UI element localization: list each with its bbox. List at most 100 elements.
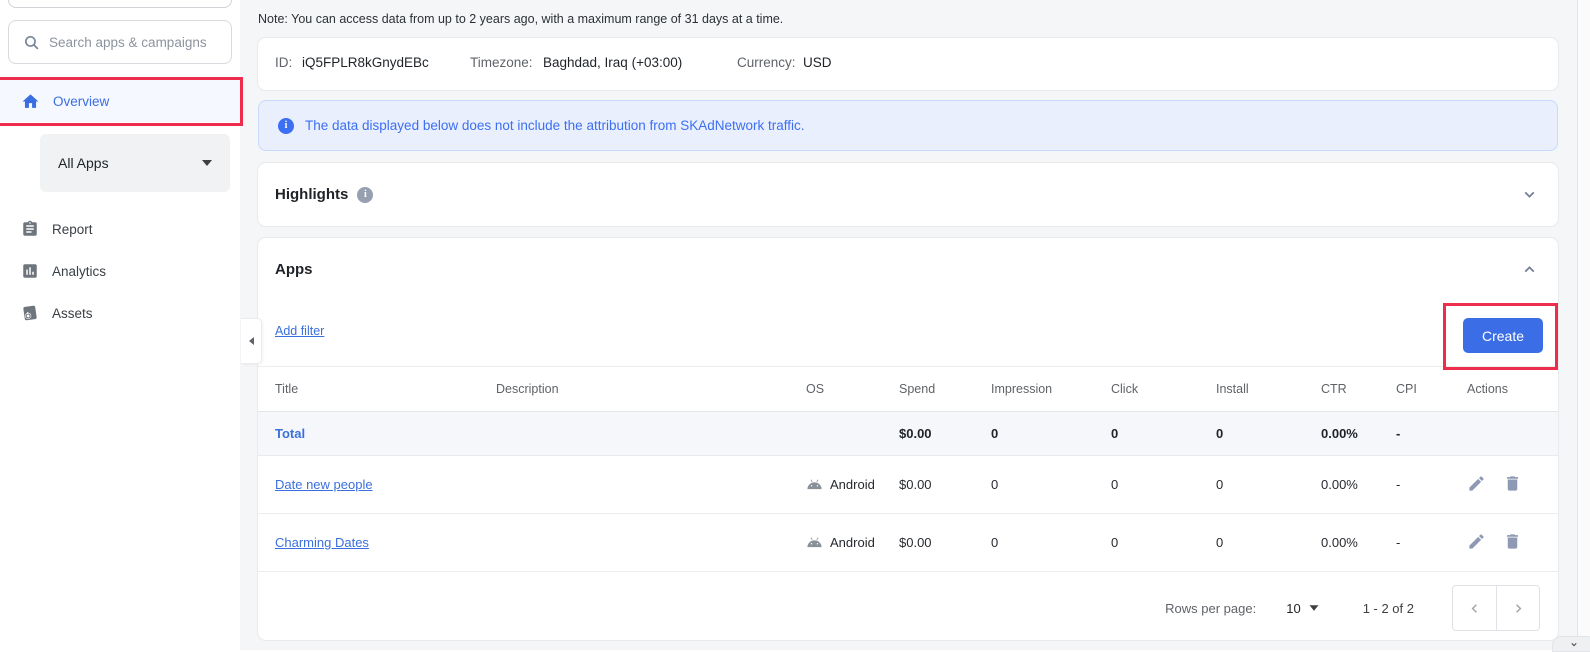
currency-label: Currency: bbox=[737, 55, 796, 70]
cell-impression: 0 bbox=[985, 535, 1105, 550]
cell-os: Android bbox=[800, 477, 893, 492]
table-row: Charming Dates Android $0.00 0 0 0 0.00%… bbox=[258, 514, 1558, 572]
banner-text: The data displayed below does not includ… bbox=[305, 118, 805, 133]
col-header-description: Description bbox=[490, 382, 800, 396]
home-icon bbox=[21, 92, 40, 111]
cell-install: 0 bbox=[1210, 477, 1315, 492]
collapse-left-icon bbox=[249, 337, 254, 345]
caret-down-icon[interactable] bbox=[1309, 605, 1318, 610]
sidebar-item-overview[interactable]: Overview bbox=[0, 80, 240, 122]
os-label: Android bbox=[830, 477, 875, 492]
table-header-row: Title Description OS Spend Impression Cl… bbox=[258, 366, 1558, 412]
cell-click: 0 bbox=[1105, 477, 1210, 492]
chevron-down-icon bbox=[1568, 640, 1580, 649]
col-header-title: Title bbox=[258, 382, 490, 396]
data-access-note: Note: You can access data from up to 2 y… bbox=[258, 12, 1458, 26]
next-page-button[interactable] bbox=[1496, 585, 1540, 631]
apps-section-header: Apps bbox=[258, 238, 1558, 300]
caret-down-icon bbox=[202, 160, 212, 166]
edit-pencil-icon[interactable] bbox=[1467, 532, 1486, 554]
col-header-spend: Spend bbox=[893, 382, 985, 396]
attachment-icon bbox=[21, 304, 39, 322]
table-row-total: Total $0.00 0 0 0 0.00% - bbox=[258, 412, 1558, 456]
col-header-install: Install bbox=[1210, 382, 1315, 396]
sidebar-item-label: Overview bbox=[53, 94, 109, 109]
col-header-cpi: CPI bbox=[1390, 382, 1455, 396]
cell-ctr: 0.00% bbox=[1315, 477, 1390, 492]
cell-actions bbox=[1455, 474, 1558, 496]
bar-chart-icon bbox=[21, 262, 39, 280]
sidebar-item-label: Analytics bbox=[52, 264, 106, 279]
info-icon: i bbox=[278, 118, 294, 134]
chevron-down-icon[interactable] bbox=[1521, 186, 1538, 203]
cell-spend: $0.00 bbox=[893, 477, 985, 492]
sidebar-item-assets[interactable]: Assets bbox=[0, 292, 240, 334]
sidebar: Search apps & campaigns Overview All App… bbox=[0, 0, 240, 650]
android-icon bbox=[806, 478, 823, 491]
rows-per-page-label: Rows per page: bbox=[1165, 601, 1256, 616]
info-icon: i bbox=[357, 187, 373, 203]
apps-table: Title Description OS Spend Impression Cl… bbox=[258, 366, 1558, 572]
delete-trash-icon[interactable] bbox=[1503, 474, 1522, 496]
cell-cpi: - bbox=[1390, 477, 1455, 492]
col-header-actions: Actions bbox=[1455, 382, 1558, 396]
cell-actions bbox=[1455, 532, 1558, 554]
delete-trash-icon[interactable] bbox=[1503, 532, 1522, 554]
id-value: iQ5FPLR8kGnydEBc bbox=[302, 55, 429, 70]
cell-click: 0 bbox=[1105, 535, 1210, 550]
cell-spend: $0.00 bbox=[893, 535, 985, 550]
app-canvas: Search apps & campaigns Overview All App… bbox=[0, 0, 1590, 650]
apps-section: Apps Add filter Create Title Description… bbox=[258, 238, 1558, 640]
col-header-impression: Impression bbox=[985, 382, 1105, 396]
cell-impression: 0 bbox=[985, 477, 1105, 492]
rows-per-page-value[interactable]: 10 bbox=[1286, 601, 1300, 616]
id-label: ID: bbox=[275, 55, 292, 70]
app-filter-value: All Apps bbox=[58, 155, 202, 171]
search-icon bbox=[23, 34, 40, 51]
account-info-bar: ID: iQ5FPLR8kGnydEBc Timezone: Baghdad, … bbox=[258, 38, 1558, 90]
app-title-link[interactable]: Charming Dates bbox=[275, 535, 369, 550]
chevron-up-icon[interactable] bbox=[1521, 261, 1538, 278]
os-label: Android bbox=[830, 535, 875, 550]
cell-click: 0 bbox=[1105, 426, 1210, 441]
cell-ctr: 0.00% bbox=[1315, 426, 1390, 441]
android-icon bbox=[806, 536, 823, 549]
skadnetwork-info-banner: i The data displayed below does not incl… bbox=[258, 100, 1558, 151]
apps-title: Apps bbox=[275, 261, 313, 278]
cell-cpi: - bbox=[1390, 426, 1455, 441]
col-header-ctr: CTR bbox=[1315, 382, 1390, 396]
app-filter-dropdown[interactable]: All Apps bbox=[40, 134, 230, 192]
cell-spend: $0.00 bbox=[893, 426, 985, 441]
table-pagination: Rows per page: 10 1 - 2 of 2 bbox=[258, 576, 1558, 640]
timezone-value: Baghdad, Iraq (+03:00) bbox=[543, 55, 682, 70]
table-row: Date new people Android $0.00 0 0 0 0.00… bbox=[258, 456, 1558, 514]
sidebar-item-label: Assets bbox=[52, 306, 93, 321]
search-placeholder: Search apps & campaigns bbox=[49, 35, 207, 50]
col-header-click: Click bbox=[1105, 382, 1210, 396]
cell-install: 0 bbox=[1210, 426, 1315, 441]
currency-value: USD bbox=[803, 55, 832, 70]
scrollbar-track[interactable] bbox=[1577, 0, 1590, 650]
app-title-link[interactable]: Date new people bbox=[275, 477, 373, 492]
cell-impression: 0 bbox=[985, 426, 1105, 441]
sidebar-item-report[interactable]: Report bbox=[0, 208, 240, 250]
cell-cpi: - bbox=[1390, 535, 1455, 550]
cell-install: 0 bbox=[1210, 535, 1315, 550]
edit-pencil-icon[interactable] bbox=[1467, 474, 1486, 496]
sidebar-partial-widget bbox=[8, 0, 232, 8]
sidebar-collapse-button[interactable] bbox=[241, 318, 262, 364]
sidebar-item-analytics[interactable]: Analytics bbox=[0, 250, 240, 292]
prev-page-button[interactable] bbox=[1452, 585, 1496, 631]
search-input[interactable]: Search apps & campaigns bbox=[8, 20, 232, 64]
total-label[interactable]: Total bbox=[258, 426, 490, 441]
highlights-title: Highlights bbox=[275, 186, 348, 203]
sidebar-item-label: Report bbox=[52, 222, 93, 237]
pagination-range: 1 - 2 of 2 bbox=[1363, 601, 1414, 616]
create-button[interactable]: Create bbox=[1463, 318, 1543, 353]
col-header-os: OS bbox=[800, 382, 893, 396]
highlights-section: Highlights i bbox=[258, 163, 1558, 226]
timezone-label: Timezone: bbox=[470, 55, 533, 70]
add-filter-link[interactable]: Add filter bbox=[275, 324, 324, 338]
cell-ctr: 0.00% bbox=[1315, 535, 1390, 550]
clipboard-icon bbox=[21, 220, 39, 238]
